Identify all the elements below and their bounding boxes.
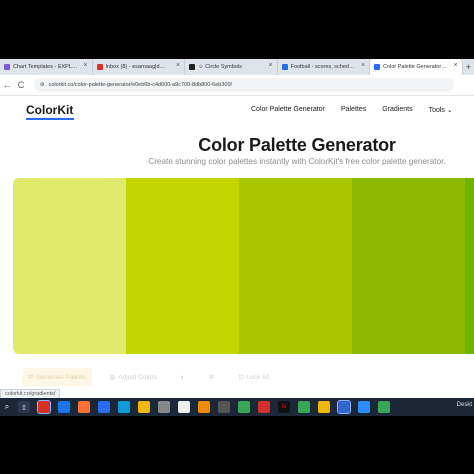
folder-icon[interactable] (138, 401, 150, 413)
close-tab-icon[interactable]: × (453, 62, 457, 69)
close-tab-icon[interactable]: × (176, 62, 180, 69)
tab-title: Chart Templates - EXPLORATIO (13, 64, 78, 70)
app-icon-12[interactable] (378, 401, 390, 413)
tab-chart-templates[interactable]: Chart Templates - EXPLORATIO × (0, 59, 93, 75)
taskbar-label: Deskt (456, 402, 472, 408)
nav-palettes[interactable]: Palettes (341, 106, 366, 114)
app-icon-8[interactable] (298, 401, 310, 413)
back-arrow-icon[interactable]: ← (0, 80, 14, 90)
color-swatch-2[interactable] (126, 178, 239, 354)
color-swatch-3[interactable] (239, 178, 352, 354)
color-swatch-4[interactable] (352, 178, 465, 354)
tab-circle-symbols[interactable]: ☺ Circle Symbols × (185, 59, 278, 75)
football-icon (281, 64, 288, 70)
app-icon-7[interactable] (258, 401, 270, 413)
logo-underline (26, 118, 74, 120)
gear-icon: ✲ (208, 374, 215, 381)
url-field[interactable]: ⊜ colorkit.co/color-palette-generator/e0… (34, 78, 454, 92)
app-icon-4[interactable] (158, 401, 170, 413)
nav-gradients[interactable]: Gradients (382, 106, 412, 114)
edge-icon[interactable] (118, 401, 130, 413)
palette-icon: ◍ (109, 374, 116, 381)
tab-bar: Chart Templates - EXPLORATIO × Inbox (8)… (0, 59, 474, 75)
nav-color-palette-generator[interactable]: Color Palette Generator (251, 106, 325, 114)
app-icon-5[interactable] (218, 401, 230, 413)
colorkit-favicon-icon (374, 64, 381, 70)
color-palette (13, 178, 474, 354)
contrast-button[interactable]: ◐ (175, 368, 191, 386)
color-swatch-5[interactable] (465, 178, 474, 354)
firefox-icon[interactable] (78, 401, 90, 413)
tab-title: Color Palette Generator - Crea (383, 64, 448, 70)
page-subtitle: Create stunning color palettes instantly… (148, 157, 446, 166)
tab-inbox[interactable]: Inbox (8) - esaroaag|d@gmail.c × (93, 59, 186, 75)
search-icon[interactable]: ⌕ (0, 402, 14, 412)
nav-tools[interactable]: Tools ⌄ (429, 106, 453, 114)
settings-button[interactable]: ✲ (203, 368, 220, 386)
tab-football[interactable]: Football - scores, schedule & ... × (278, 59, 371, 75)
colorkit-logo[interactable]: ColorKit (26, 103, 73, 117)
tab-title: Inbox (8) - esaroaag|d@gmail.c (105, 64, 171, 70)
tab-title: Football - scores, schedule & ... (290, 64, 356, 70)
close-tab-icon[interactable]: × (83, 62, 87, 69)
tab-color-palette-generator[interactable]: Color Palette Generator - Crea × (370, 59, 463, 75)
gmail-icon (96, 64, 103, 70)
color-swatch-1[interactable] (13, 178, 126, 354)
tab-title: ☺ Circle Symbols (198, 64, 242, 70)
lock-all-label: Lock All (246, 373, 270, 381)
palette-toolbar: ⇄ Generate Palette ◍ Adjust Colors ◐ ✲ ⊡… (22, 367, 275, 387)
reload-icon[interactable]: C (14, 80, 28, 90)
netflix-icon[interactable]: N (278, 401, 290, 413)
lock-icon: ⊡ (238, 374, 244, 381)
address-bar: ← C ⊜ colorkit.co/color-palette-generato… (0, 75, 474, 96)
task-view-icon[interactable]: ▯ (18, 401, 30, 413)
adjust-colors-button[interactable]: ◍ Adjust Colors (104, 368, 163, 386)
generate-label: Generate Palette (36, 373, 86, 381)
mail-icon[interactable] (178, 401, 190, 413)
app-icon-3[interactable] (98, 401, 110, 413)
site-info-icon[interactable]: ⊜ (40, 82, 45, 88)
app-icon-1[interactable] (37, 400, 51, 414)
chevron-down-icon: ⌄ (446, 107, 453, 114)
site-header: ColorKit Color Palette Generator Palette… (0, 95, 474, 127)
close-tab-icon[interactable]: × (268, 62, 272, 69)
app-icon-6[interactable] (238, 401, 250, 413)
tab-favicon-icon (4, 64, 10, 70)
shuffle-icon: ⇄ (28, 374, 34, 381)
windows-taskbar: ⌕ ▯ N Deskt (0, 398, 474, 416)
heart-icon (189, 64, 196, 70)
app-icon-11[interactable] (358, 401, 370, 413)
page-title: Color Palette Generator (198, 135, 396, 155)
close-tab-icon[interactable]: × (361, 62, 365, 69)
app-icon-10[interactable] (337, 400, 351, 414)
new-tab-button[interactable]: + (463, 59, 474, 75)
app-icon-9[interactable] (318, 401, 330, 413)
nav-tools-label: Tools (428, 107, 445, 114)
browser-window: Chart Templates - EXPLORATIO × Inbox (8)… (0, 59, 474, 415)
vlc-icon[interactable] (198, 401, 210, 413)
adjust-label: Adjust Colors (118, 373, 157, 381)
generate-palette-button[interactable]: ⇄ Generate Palette (22, 368, 92, 386)
lock-all-button[interactable]: ⊡ Lock All (232, 368, 275, 386)
contrast-icon: ◐ (180, 373, 185, 381)
url-text: colorkit.co/color-palette-generator/e0eb… (48, 82, 233, 88)
site-nav: Color Palette Generator Palettes Gradien… (251, 106, 453, 114)
app-icon-2[interactable] (58, 401, 70, 413)
